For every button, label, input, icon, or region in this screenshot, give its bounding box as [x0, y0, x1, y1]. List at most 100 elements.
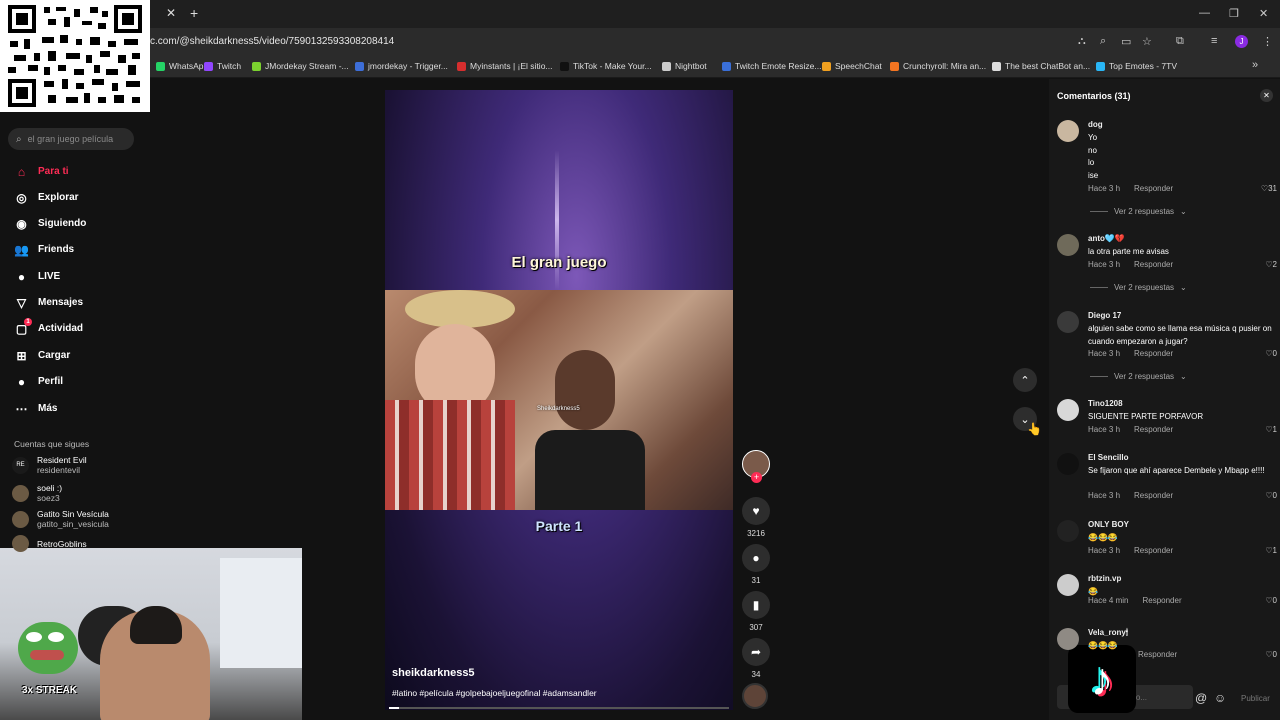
- bookmark-item[interactable]: Myinstants | ¡El sitio...: [457, 61, 553, 71]
- commenter-avatar[interactable]: [1057, 234, 1079, 256]
- bookmark-item[interactable]: jmordekay - Trigger...: [355, 61, 448, 71]
- bookmark-favicon-icon: [204, 61, 213, 71]
- comment-like-button[interactable]: ♡1: [1265, 546, 1277, 555]
- search-icon: ⌕: [16, 133, 22, 145]
- commenter-name[interactable]: Diego 17: [1088, 311, 1121, 320]
- followed-account[interactable]: RE Resident Evil residentevil: [12, 455, 87, 475]
- sidebar-item-label: Explorar: [38, 192, 79, 203]
- sidebar-item-cargar[interactable]: ⊞ Cargar: [14, 348, 70, 363]
- sidebar-item-explorar[interactable]: ◎ Explorar: [14, 190, 79, 205]
- bookmark-item[interactable]: Top Emotes - 7TV: [1096, 61, 1177, 71]
- reply-button[interactable]: Responder: [1134, 425, 1173, 434]
- commenter-name[interactable]: Vela_rony🕯: [1088, 628, 1128, 638]
- emoji-icon[interactable]: ☺: [1214, 691, 1226, 705]
- commenter-avatar[interactable]: [1057, 520, 1079, 542]
- search-input[interactable]: ⌕ el gran juego película: [8, 128, 134, 150]
- bookmark-item[interactable]: WhatsApp: [156, 61, 208, 71]
- reading-list-icon[interactable]: ≡: [1211, 35, 1217, 47]
- more-bookmarks-icon[interactable]: »: [1252, 59, 1258, 71]
- video-progress-bar[interactable]: [389, 707, 729, 709]
- reply-button[interactable]: Responder: [1134, 546, 1173, 555]
- commenter-avatar[interactable]: [1057, 399, 1079, 421]
- new-tab-button[interactable]: +: [190, 5, 198, 21]
- bookmark-item[interactable]: JMordekay Stream -...: [252, 61, 349, 71]
- author-avatar[interactable]: +: [742, 450, 770, 483]
- video-hashtags[interactable]: #latino #película #golpebajoeljuegofinal…: [392, 688, 597, 698]
- reply-button[interactable]: Responder: [1138, 650, 1177, 659]
- video-author[interactable]: sheikdarkness5: [392, 667, 475, 679]
- comment-like-button[interactable]: ♡0: [1265, 596, 1277, 605]
- followed-account[interactable]: Gatito Sin Vesícula gatito_sin_vesicula: [12, 509, 109, 529]
- browser-menu-icon[interactable]: ⋮: [1262, 35, 1273, 48]
- publish-button[interactable]: Publicar: [1241, 694, 1270, 703]
- share-button[interactable]: ➦: [742, 638, 770, 666]
- following-icon: ◉: [16, 216, 27, 231]
- sidebar-item-perfil[interactable]: ● Perfil: [14, 374, 63, 389]
- sidebar-item-m-s[interactable]: ⋯ Más: [14, 401, 58, 416]
- sidebar-item-friends[interactable]: 👥 Friends: [14, 242, 74, 257]
- comment-like-button[interactable]: ♡0: [1265, 349, 1277, 358]
- zoom-icon[interactable]: ⌕: [1100, 35, 1106, 48]
- sound-disc[interactable]: [742, 683, 770, 709]
- commenter-avatar[interactable]: [1057, 574, 1079, 596]
- comment-like-button[interactable]: ♡0: [1265, 491, 1277, 500]
- avatar: [12, 535, 29, 552]
- translate-icon[interactable]: ⛬: [1078, 35, 1086, 48]
- sidebar-item-siguiendo[interactable]: ◉ Siguiendo: [14, 216, 86, 231]
- sidebar-item-live[interactable]: ● LIVE: [14, 269, 60, 284]
- extensions-icon[interactable]: ⧉: [1176, 35, 1184, 48]
- commenter-name[interactable]: ONLY BOY: [1088, 520, 1129, 529]
- mention-icon[interactable]: @: [1195, 691, 1207, 705]
- bookmark-item[interactable]: TikTok - Make Your...: [560, 61, 652, 71]
- followed-account[interactable]: RetroGoblins: [12, 535, 87, 552]
- video-player[interactable]: El gran juego Sheikdarkness5 Parte 1: [385, 90, 733, 710]
- bookmark-item[interactable]: Twitch Emote Resize...: [722, 61, 821, 71]
- commenter-name[interactable]: El Sencillo: [1088, 453, 1128, 462]
- commenter-avatar[interactable]: [1057, 120, 1079, 142]
- bookmark-item[interactable]: Crunchyroll: Mira an...: [890, 61, 986, 71]
- profile-avatar-icon[interactable]: J: [1235, 35, 1248, 48]
- followed-account[interactable]: soeli :) soez3: [12, 483, 62, 503]
- close-comments-button[interactable]: ✕: [1260, 89, 1273, 102]
- bookmark-item[interactable]: Twitch: [204, 61, 241, 71]
- reply-button[interactable]: Responder: [1134, 349, 1173, 358]
- url-field[interactable]: c.com/@sheikdarkness5/video/759013259330…: [150, 36, 394, 47]
- view-replies-button[interactable]: Ver 2 respuestas ⌄: [1090, 372, 1187, 381]
- commenter-avatar[interactable]: [1057, 311, 1079, 333]
- follow-plus-icon[interactable]: +: [751, 472, 762, 483]
- commenter-name[interactable]: anto🩵💔: [1088, 234, 1125, 243]
- comment-like-button[interactable]: ♡0: [1265, 650, 1277, 659]
- comment-like-button[interactable]: ♡2: [1265, 260, 1277, 269]
- close-tab-icon[interactable]: ✕: [166, 6, 176, 20]
- commenter-name[interactable]: Tino1208: [1088, 399, 1123, 408]
- minimize-icon[interactable]: —: [1199, 7, 1210, 19]
- view-replies-button[interactable]: Ver 2 respuestas ⌄: [1090, 283, 1187, 292]
- previous-video-button[interactable]: ⌃: [1013, 368, 1037, 392]
- bookmark-item[interactable]: SpeechChat: [822, 61, 882, 71]
- reply-button[interactable]: Responder: [1134, 491, 1173, 500]
- commenter-avatar[interactable]: [1057, 628, 1079, 650]
- bookmark-item[interactable]: Nightbot: [662, 61, 707, 71]
- comment-like-button[interactable]: ♡31: [1261, 184, 1277, 193]
- bookmark-item[interactable]: The best ChatBot an...: [992, 61, 1090, 71]
- bookmark-label: Top Emotes - 7TV: [1109, 61, 1178, 71]
- view-replies-button[interactable]: Ver 2 respuestas ⌄: [1090, 207, 1187, 216]
- commenter-avatar[interactable]: [1057, 453, 1079, 475]
- comment-button[interactable]: ●: [742, 544, 770, 572]
- cast-icon[interactable]: ▭: [1121, 35, 1131, 48]
- sidebar-item-actividad[interactable]: ▢ 1 Actividad: [14, 318, 83, 336]
- sidebar-item-mensajes[interactable]: ▽ Mensajes: [14, 295, 83, 310]
- close-window-icon[interactable]: ✕: [1259, 7, 1268, 20]
- commenter-name[interactable]: rbtzin.vp: [1088, 574, 1121, 583]
- like-button[interactable]: ♥: [742, 497, 770, 525]
- save-button[interactable]: ▮: [742, 591, 770, 619]
- bookmark-favicon-icon: [560, 61, 569, 71]
- reply-button[interactable]: Responder: [1142, 596, 1181, 605]
- commenter-name[interactable]: dog: [1088, 120, 1103, 129]
- reply-button[interactable]: Responder: [1134, 184, 1173, 193]
- sidebar-item-para-ti[interactable]: ⌂ Para ti: [14, 164, 69, 179]
- restore-icon[interactable]: ❐: [1229, 7, 1239, 20]
- comment-like-button[interactable]: ♡1: [1265, 425, 1277, 434]
- bookmark-star-icon[interactable]: ☆: [1142, 35, 1152, 48]
- reply-button[interactable]: Responder: [1134, 260, 1173, 269]
